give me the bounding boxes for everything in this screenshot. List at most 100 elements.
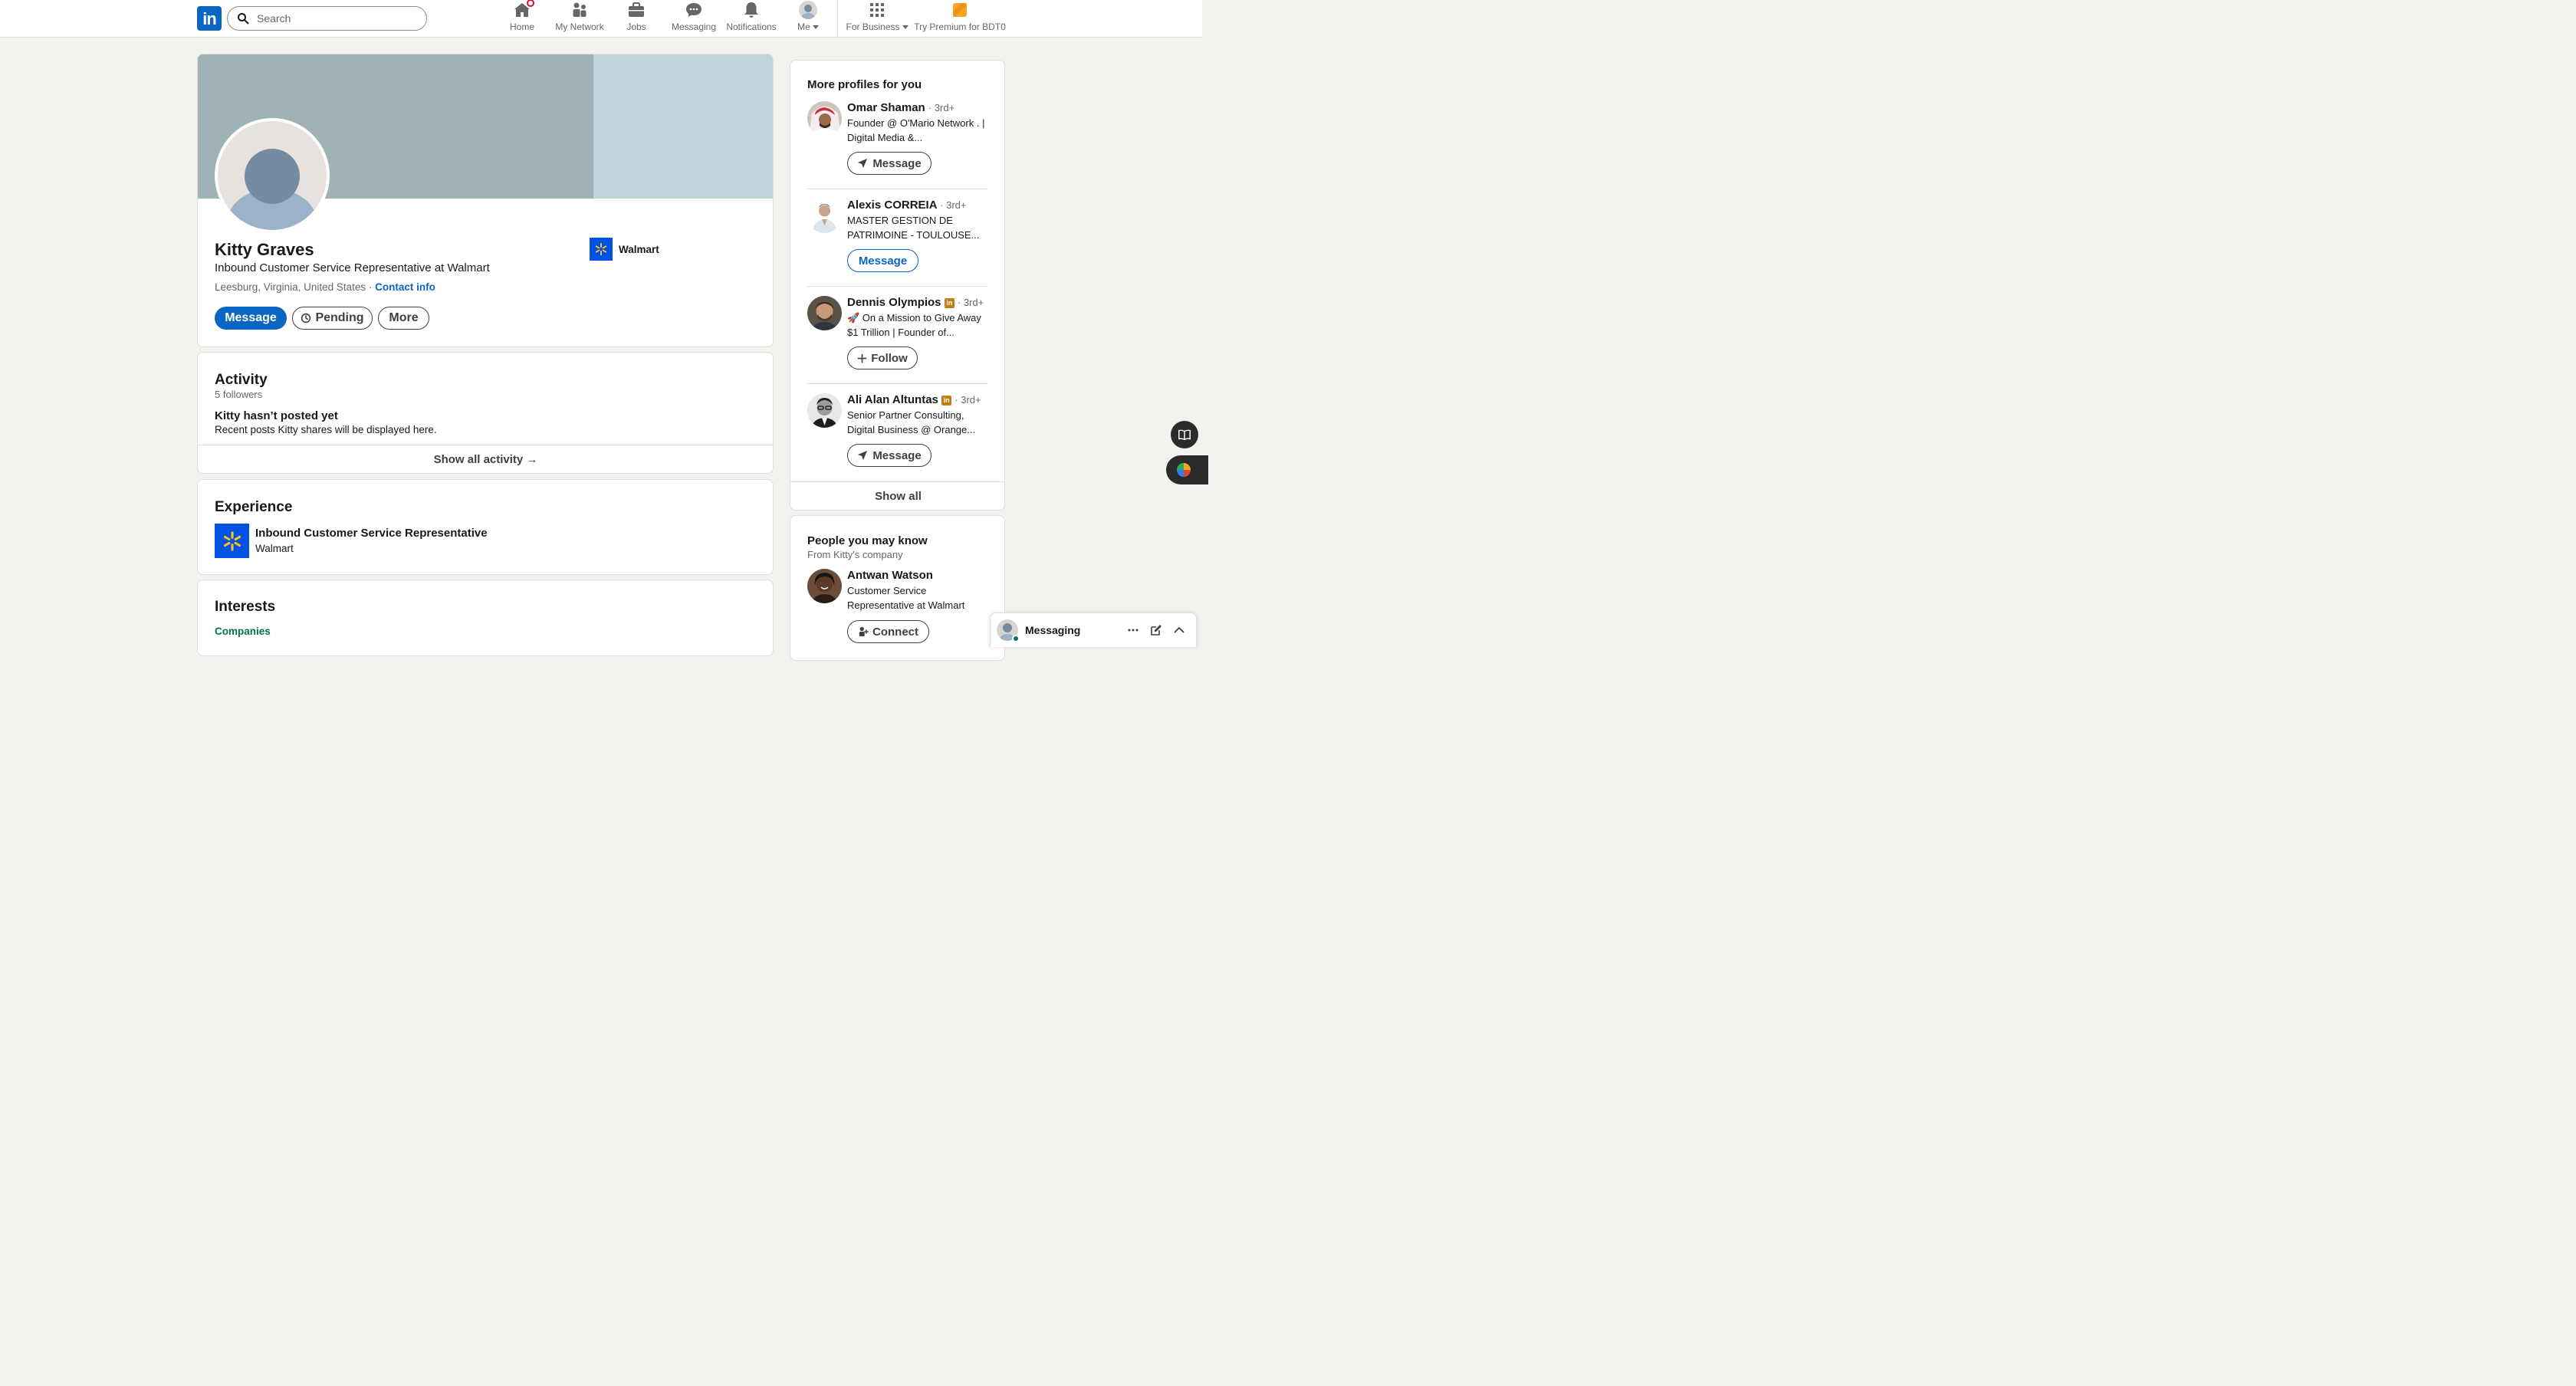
nav-jobs-label: Jobs (626, 21, 646, 32)
reader-fab[interactable] (1171, 421, 1198, 448)
person-name[interactable]: Omar Shaman (847, 101, 925, 114)
activity-title: Activity (215, 372, 268, 388)
avatar[interactable] (807, 569, 842, 603)
connect-button[interactable]: Connect (847, 620, 929, 643)
activity-empty-desc: Recent posts Kitty shares will be displa… (215, 424, 437, 435)
search-input[interactable] (257, 12, 410, 25)
person-headline: MASTER GESTION DE PATRIMOINE - TOULOUSE.… (847, 215, 980, 241)
chevron-up-icon[interactable] (1173, 624, 1185, 636)
person-name[interactable]: Antwan Watson (847, 569, 933, 582)
experience-card: Experience Inbound Customer Service Repr… (197, 479, 774, 575)
followers-count: 5 followers (215, 389, 263, 400)
search-box[interactable] (227, 6, 427, 31)
nav-for-business[interactable]: For Business (845, 0, 909, 38)
profile-location-line: Leesburg, Virginia, United States · Cont… (215, 281, 435, 293)
chat-icon (685, 1, 703, 19)
profile-card: Kitty Graves Inbound Customer Service Re… (197, 54, 774, 347)
avatar[interactable] (807, 393, 842, 428)
company-name: Walmart (619, 243, 659, 255)
linkedin-logo[interactable]: in (197, 6, 222, 31)
message-button[interactable]: Message (847, 444, 932, 467)
linkedin-premium-icon: in (941, 396, 952, 406)
nav-home[interactable]: Home (508, 0, 536, 38)
person-headline: Customer Service Representative at Walma… (847, 585, 965, 611)
list-item: Dennis Olympios in · 3rd+ 🚀 On a Mission… (807, 296, 988, 380)
follow-button[interactable]: Follow (847, 346, 918, 369)
nav-my-network-label: My Network (555, 21, 604, 32)
me-avatar (799, 1, 817, 19)
add-person-icon (859, 626, 869, 637)
walmart-logo[interactable] (215, 524, 249, 558)
pymk-subtitle: From Kitty's company (807, 549, 903, 560)
connection-degree: · 3rd+ (957, 297, 984, 308)
people-icon (570, 1, 589, 19)
profile-photo[interactable] (215, 118, 330, 233)
nav-me[interactable]: Me (794, 0, 822, 38)
linkedin-premium-icon: in (944, 298, 955, 308)
pending-button[interactable]: Pending (292, 307, 373, 330)
message-button-label: Message (225, 311, 277, 324)
current-company[interactable]: Walmart (590, 238, 659, 261)
person-name[interactable]: Dennis Olympios (847, 296, 941, 309)
list-item: Omar Shaman · 3rd+ Founder @ O'Mario Net… (807, 101, 988, 186)
pymk-title: People you may know (807, 534, 928, 547)
bell-icon (742, 1, 761, 19)
more-profiles-title: More profiles for you (807, 78, 922, 91)
nav-notifications-label: Notifications (726, 21, 777, 32)
person-headline: Senior Partner Consulting, Digital Busin… (847, 409, 976, 435)
home-icon (513, 0, 536, 19)
compose-icon[interactable] (1150, 624, 1162, 636)
connection-degree: · 3rd+ (955, 394, 981, 406)
more-button[interactable]: More (378, 307, 429, 330)
tab-companies[interactable]: Companies (215, 626, 271, 637)
divider (807, 286, 988, 287)
more-profiles-card: More profiles for you Omar Shaman · 3rd+… (790, 60, 1005, 511)
connection-degree: · 3rd+ (940, 199, 967, 211)
online-status-dot (1012, 635, 1020, 642)
more-options-icon[interactable] (1127, 624, 1139, 636)
message-button-label: Message (858, 254, 908, 268)
experience-title: Experience (215, 499, 293, 515)
person-name[interactable]: Alexis CORREIA (847, 199, 937, 212)
profile-name: Kitty Graves (215, 240, 314, 259)
list-item: Ali Alan Altuntas in · 3rd+ Senior Partn… (807, 393, 988, 478)
avatar[interactable] (807, 296, 842, 330)
profile-headline: Inbound Customer Service Representative … (215, 261, 490, 274)
nav-jobs[interactable]: Jobs (625, 0, 648, 38)
person-name[interactable]: Ali Alan Altuntas (847, 393, 938, 406)
notification-badge (525, 0, 536, 8)
message-button[interactable]: Message (215, 307, 287, 330)
avatar[interactable] (807, 199, 842, 233)
assistant-fab[interactable] (1166, 455, 1208, 484)
experience-role: Inbound Customer Service Representative (255, 527, 488, 540)
nav-notifications[interactable]: Notifications (724, 0, 778, 38)
caret-down-icon (902, 25, 909, 30)
message-button[interactable]: Message (847, 152, 932, 175)
show-all-profiles-button[interactable]: Show all (790, 482, 1004, 510)
people-you-may-know-card: People you may know From Kitty's company… (790, 515, 1005, 661)
experience-company: Walmart (255, 543, 294, 554)
color-wheel-icon (1177, 463, 1191, 477)
messaging-bar[interactable]: Messaging (990, 613, 1197, 647)
list-item: Alexis CORREIA · 3rd+ MASTER GESTION DE … (807, 199, 988, 283)
nav-my-network[interactable]: My Network (554, 0, 606, 38)
contact-info-link[interactable]: Contact info (375, 281, 435, 293)
premium-icon (951, 1, 969, 19)
briefcase-icon (627, 1, 646, 19)
message-button[interactable]: Message (847, 249, 918, 272)
nav-premium[interactable]: Try Premium for BDT0 (914, 0, 1006, 38)
grid-icon (868, 1, 886, 19)
nav-messaging[interactable]: Messaging (671, 0, 717, 38)
send-icon (858, 450, 868, 461)
nav-home-label: Home (509, 21, 534, 32)
nav-premium-label: Try Premium for BDT0 (914, 21, 1006, 32)
show-all-activity-button[interactable]: Show all activity → (198, 445, 773, 473)
connect-button-label: Connect (872, 625, 918, 639)
avatar[interactable] (807, 101, 842, 136)
walmart-logo (590, 238, 613, 261)
divider (807, 383, 988, 384)
more-button-label: More (389, 311, 419, 324)
separator: · (368, 281, 373, 293)
avatar (997, 619, 1020, 645)
interests-card: Interests Companies (197, 580, 774, 656)
